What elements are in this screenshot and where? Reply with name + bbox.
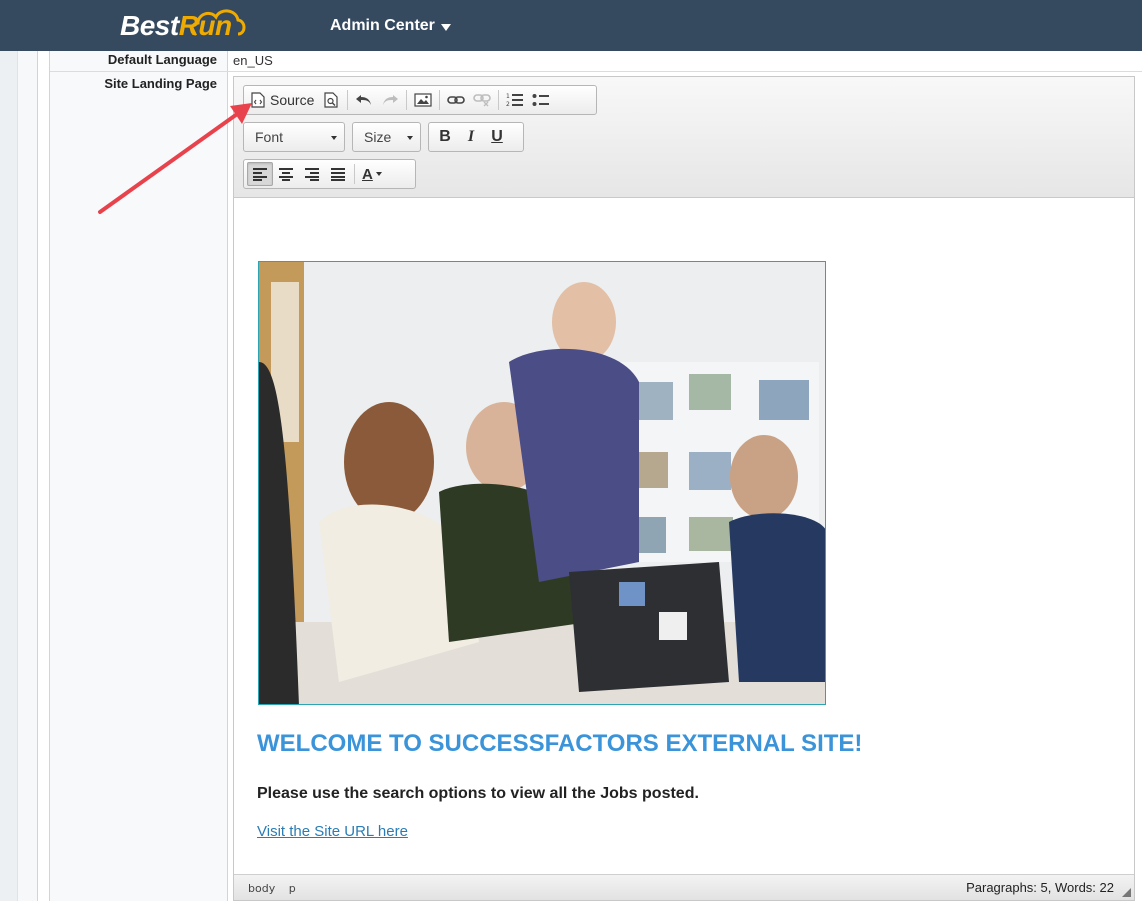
annotation-arrow-icon: [98, 103, 252, 214]
chevron-down-icon: [407, 136, 413, 140]
numbered-list-button[interactable]: 1 2: [502, 88, 528, 112]
bulleted-list-button[interactable]: [528, 88, 554, 112]
default-language-value: en_US: [233, 53, 273, 68]
bulleted-list-icon: [532, 94, 550, 106]
rich-text-editor: Source 1 2 Font Size B I U A WELCOME TO …: [233, 76, 1135, 901]
toolbar-group-basic-styles: B I U: [428, 122, 524, 152]
logo-text-best: Best: [120, 10, 179, 41]
chevron-down-icon: [440, 23, 451, 31]
welcome-heading: WELCOME TO SUCCESSFACTORS EXTERNAL SITE!: [257, 730, 863, 757]
element-path: body p: [248, 882, 306, 895]
top-header-bar: BestRun Admin Center: [0, 0, 1142, 51]
toolbar-separator: [347, 90, 349, 110]
row-divider: [50, 71, 1142, 72]
editor-status-bar: body p Paragraphs: 5, Words: 22: [234, 874, 1134, 900]
path-p[interactable]: p: [289, 882, 296, 895]
word-count: Paragraphs: 5, Words: 22: [966, 880, 1114, 895]
admin-center-label: Admin Center: [330, 17, 435, 34]
italic-button[interactable]: I: [458, 125, 484, 149]
editor-content-area[interactable]: WELCOME TO SUCCESSFACTORS EXTERNAL SITE!…: [234, 199, 1134, 874]
numbered-list-icon: 1 2: [506, 93, 524, 108]
link-icon: [447, 96, 466, 104]
left-gutter-middle: [18, 51, 38, 901]
bold-button[interactable]: B: [432, 125, 458, 149]
redo-icon: [383, 95, 399, 105]
align-justify-button[interactable]: [325, 162, 351, 186]
default-language-label: Default Language: [107, 52, 217, 67]
admin-center-menu[interactable]: Admin Center: [330, 17, 451, 35]
editor-toolbar: Source 1 2 Font Size B I U A: [234, 77, 1134, 198]
bestrun-logo[interactable]: BestRun: [120, 9, 246, 46]
resize-handle-icon[interactable]: [1122, 888, 1131, 897]
align-justify-icon: [331, 168, 345, 181]
source-label: Source: [270, 92, 315, 108]
chevron-down-icon: [331, 136, 337, 140]
logo-text-run: Run: [178, 10, 232, 41]
left-gutter-outer: [0, 51, 18, 901]
underline-button[interactable]: U: [484, 125, 510, 149]
align-center-button[interactable]: [273, 162, 299, 186]
left-gutter-inner: [38, 51, 50, 901]
preview-button[interactable]: [318, 88, 344, 112]
unlink-button[interactable]: [469, 88, 495, 112]
text-color-icon: A: [362, 165, 373, 183]
toolbar-separator: [406, 90, 408, 110]
image-icon: [414, 93, 432, 107]
align-right-button[interactable]: [299, 162, 325, 186]
undo-button[interactable]: [351, 88, 377, 112]
redo-button[interactable]: [377, 88, 403, 112]
toolbar-separator: [354, 164, 355, 184]
insert-image-button[interactable]: [410, 88, 436, 112]
undo-icon: [356, 95, 372, 105]
site-url-link[interactable]: Visit the Site URL here: [257, 823, 408, 840]
toolbar-group-document: Source 1 2: [243, 85, 597, 115]
toolbar-separator: [439, 90, 441, 110]
svg-text:1: 1: [506, 93, 510, 100]
svg-text:2: 2: [506, 101, 510, 108]
preview-icon: [324, 92, 338, 108]
font-size-dropdown[interactable]: Size: [352, 122, 421, 152]
chevron-down-icon: [375, 172, 382, 176]
intro-paragraph: Please use the search options to view al…: [257, 785, 699, 802]
path-body[interactable]: body: [248, 882, 275, 895]
hero-image-team-meeting[interactable]: [258, 261, 826, 705]
toolbar-separator: [498, 90, 500, 110]
align-right-icon: [305, 168, 319, 181]
size-dropdown-label: Size: [364, 129, 392, 145]
align-center-icon: [279, 168, 293, 181]
text-color-button[interactable]: A: [358, 162, 386, 186]
insert-link-button[interactable]: [443, 88, 469, 112]
unlink-icon: [473, 94, 492, 107]
team-photo-illustration: [259, 262, 825, 704]
site-landing-page-label: Site Landing Page: [104, 76, 217, 91]
